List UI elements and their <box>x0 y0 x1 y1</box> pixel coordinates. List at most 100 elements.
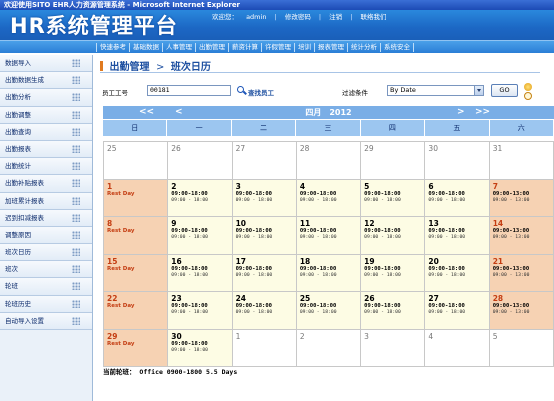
calendar-day-cell[interactable]: 14 09:00-13:00 09:00 - 13:00 <box>489 217 554 255</box>
calendar-day-cell[interactable]: 30 <box>425 142 490 180</box>
shift-time-detail: 09:00 - 18:00 <box>428 272 466 278</box>
calendar-day-cell[interactable]: 26 <box>168 142 233 180</box>
calendar-day-cell[interactable]: 28 09:00-13:00 09:00 - 13:00 <box>489 292 554 330</box>
sidebar-item-attendance-adjust[interactable]: 出勤调整 <box>0 106 92 124</box>
grip-icon <box>72 127 80 136</box>
calendar-day-cell[interactable]: 29 <box>361 142 426 180</box>
calendar-day-cell[interactable]: 29 Rest Day <box>104 329 169 367</box>
main-nav: 快速参考 基础数据 人事管理 出勤管理 薪资计算 许假管理 培训 报表管理 统计… <box>96 41 414 54</box>
contact-link[interactable]: 联络我们 <box>361 13 387 21</box>
rest-day-label: Rest Day <box>107 265 135 272</box>
calendar-day-cell[interactable]: 24 09:00-18:00 09:00 - 18:00 <box>232 292 297 330</box>
calendar-day-cell[interactable]: 10 09:00-18:00 09:00 - 18:00 <box>232 217 297 255</box>
calendar-day-cell[interactable]: 3 <box>361 329 426 367</box>
calendar-day-cell[interactable]: 4 <box>425 329 490 367</box>
chevron-down-icon[interactable] <box>474 86 483 95</box>
calendar-day-cell[interactable]: 7 09:00-13:00 09:00 - 13:00 <box>489 179 554 217</box>
shift-time: 09:00-18:00 <box>299 190 337 197</box>
sidebar-item-label: 迟到扣减报表 <box>5 213 44 222</box>
calendar-day-cell[interactable]: 23 09:00-18:00 09:00 - 18:00 <box>168 292 233 330</box>
calendar-day-cell[interactable]: 18 09:00-18:00 09:00 - 18:00 <box>296 254 362 292</box>
calendar-day-cell[interactable]: 21 09:00-13:00 09:00 - 13:00 <box>489 254 554 292</box>
next-year-button[interactable]: >> <box>475 106 490 118</box>
calendar-day-cell[interactable]: 27 09:00-18:00 09:00 - 18:00 <box>425 292 490 330</box>
calendar-day-cell[interactable]: 16 09:00-18:00 09:00 - 18:00 <box>168 254 233 292</box>
go-button[interactable]: GO <box>491 84 518 97</box>
calendar-day-cell[interactable]: 25 09:00-18:00 09:00 - 18:00 <box>296 292 362 330</box>
calendar-day-number: 15 <box>107 256 118 266</box>
calendar-day-cell[interactable]: 25 <box>104 142 169 180</box>
nav-item-attendance[interactable]: 出勤管理 <box>196 43 229 52</box>
sidebar-item-rotation[interactable]: 轮班 <box>0 278 92 296</box>
sidebar-item-attendance-stats[interactable]: 出勤统计 <box>0 158 92 176</box>
calendar-day-cell[interactable]: 5 09:00-18:00 09:00 - 18:00 <box>361 179 426 217</box>
sidebar-item-attendance-query[interactable]: 出勤查询 <box>0 123 92 141</box>
filter-condition-select[interactable]: By Date <box>387 85 484 96</box>
refresh-icon[interactable] <box>524 83 532 91</box>
sidebar-item-shift[interactable]: 班次 <box>0 261 92 279</box>
calendar-day-cell[interactable]: 8 Rest Day <box>104 217 169 255</box>
sidebar-item-adjust-reason[interactable]: 调整原因 <box>0 226 92 245</box>
main-content: 出勤管理 > 班次日历 员工工号 00181 查找员工 过滤条件 By Date… <box>96 55 554 401</box>
calendar-day-cell[interactable]: 22 Rest Day <box>104 292 169 330</box>
breadcrumb-marker-icon <box>100 61 103 71</box>
nav-item-quick-reference[interactable]: 快速参考 <box>96 43 130 52</box>
calendar-day-cell[interactable]: 31 <box>489 142 554 180</box>
calendar-day-cell[interactable]: 3 09:00-18:00 09:00 - 18:00 <box>232 179 297 217</box>
search-icon[interactable] <box>237 86 244 93</box>
sidebar-item-shift-calendar[interactable]: 班次日历 <box>0 244 92 262</box>
calendar-day-cell[interactable]: 9 09:00-18:00 09:00 - 18:00 <box>168 217 233 255</box>
shift-time: 09:00-18:00 <box>364 228 401 234</box>
calendar-day-cell[interactable]: 2 09:00-18:00 09:00 - 18:00 <box>168 179 233 217</box>
sidebar-item-late-deduction-report[interactable]: 迟到扣减报表 <box>0 209 92 227</box>
calendar-day-cell[interactable]: 30 09:00-18:00 09:00 - 18:00 <box>168 329 233 367</box>
nav-item-leave[interactable]: 许假管理 <box>262 43 295 52</box>
sidebar-item-label: 轮班 <box>5 282 18 291</box>
calendar-day-cell[interactable]: 20 09:00-18:00 09:00 - 18:00 <box>425 254 490 292</box>
calendar-day-number: 4 <box>428 331 434 341</box>
shift-time: 09:00-18:00 <box>235 303 272 309</box>
nav-item-security[interactable]: 系统安全 <box>381 43 414 52</box>
sidebar-item-attendance-generate[interactable]: 出勤数据生成 <box>0 72 92 90</box>
shift-time-detail: 09:00 - 13:00 <box>492 310 530 315</box>
clock-icon[interactable] <box>524 92 532 100</box>
grip-icon <box>72 110 80 119</box>
nav-item-analytics[interactable]: 统计分析 <box>348 43 381 52</box>
calendar-day-number: 6 <box>428 181 434 191</box>
calendar-day-cell[interactable]: 1 Rest Day <box>104 179 169 217</box>
calendar-day-cell[interactable]: 19 09:00-18:00 09:00 - 18:00 <box>361 254 426 292</box>
grip-icon <box>72 93 80 102</box>
sidebar-item-auto-import-settings[interactable]: 自动导入设置 <box>0 312 92 330</box>
calendar-day-cell[interactable]: 1 <box>232 329 297 367</box>
sidebar-item-attendance-analysis[interactable]: 出勤分析 <box>0 89 92 107</box>
rest-day-label: Rest Day <box>107 228 135 234</box>
nav-item-payroll[interactable]: 薪资计算 <box>229 43 262 52</box>
calendar-day-cell[interactable]: 15 Rest Day <box>104 254 169 292</box>
nav-item-training[interactable]: 培训 <box>295 43 315 52</box>
calendar-day-cell[interactable]: 6 09:00-18:00 09:00 - 18:00 <box>425 179 490 217</box>
nav-item-base-data[interactable]: 基础数据 <box>130 43 163 52</box>
next-month-button[interactable]: > <box>457 106 465 118</box>
nav-item-reports[interactable]: 报表管理 <box>315 43 348 52</box>
sidebar-item-overtime-report[interactable]: 加班累计报表 <box>0 192 92 210</box>
calendar-day-cell[interactable]: 13 09:00-18:00 09:00 - 18:00 <box>425 217 490 255</box>
sidebar-item-rotation-history[interactable]: 轮班历史 <box>0 295 92 313</box>
change-password-link[interactable]: 修改密码 <box>285 13 311 21</box>
calendar-day-cell[interactable]: 27 <box>232 142 297 180</box>
calendar-day-cell[interactable]: 26 09:00-18:00 09:00 - 18:00 <box>361 292 426 330</box>
find-employee-link[interactable]: 查找员工 <box>248 87 274 97</box>
calendar-day-cell[interactable]: 2 <box>296 329 362 367</box>
calendar-day-cell[interactable]: 4 09:00-18:00 09:00 - 18:00 <box>296 179 362 217</box>
logout-link[interactable]: 注销 <box>329 13 342 21</box>
calendar-day-cell[interactable]: 17 09:00-18:00 09:00 - 18:00 <box>232 254 297 292</box>
sidebar-item-attendance-report[interactable]: 出勤报表 <box>0 140 92 159</box>
sidebar-item-data-import[interactable]: 数据导入 <box>0 55 92 73</box>
calendar-day-cell[interactable]: 11 09:00-18:00 09:00 - 18:00 <box>296 217 362 255</box>
calendar-day-cell[interactable]: 28 <box>296 142 362 180</box>
sidebar-item-allowance-report[interactable]: 出勤补贴报表 <box>0 175 92 193</box>
grip-icon <box>72 179 80 188</box>
employee-id-input[interactable]: 00181 <box>147 85 231 96</box>
calendar-day-cell[interactable]: 5 <box>489 329 554 367</box>
calendar-day-cell[interactable]: 12 09:00-18:00 09:00 - 18:00 <box>361 217 426 255</box>
nav-item-personnel[interactable]: 人事管理 <box>163 43 196 52</box>
